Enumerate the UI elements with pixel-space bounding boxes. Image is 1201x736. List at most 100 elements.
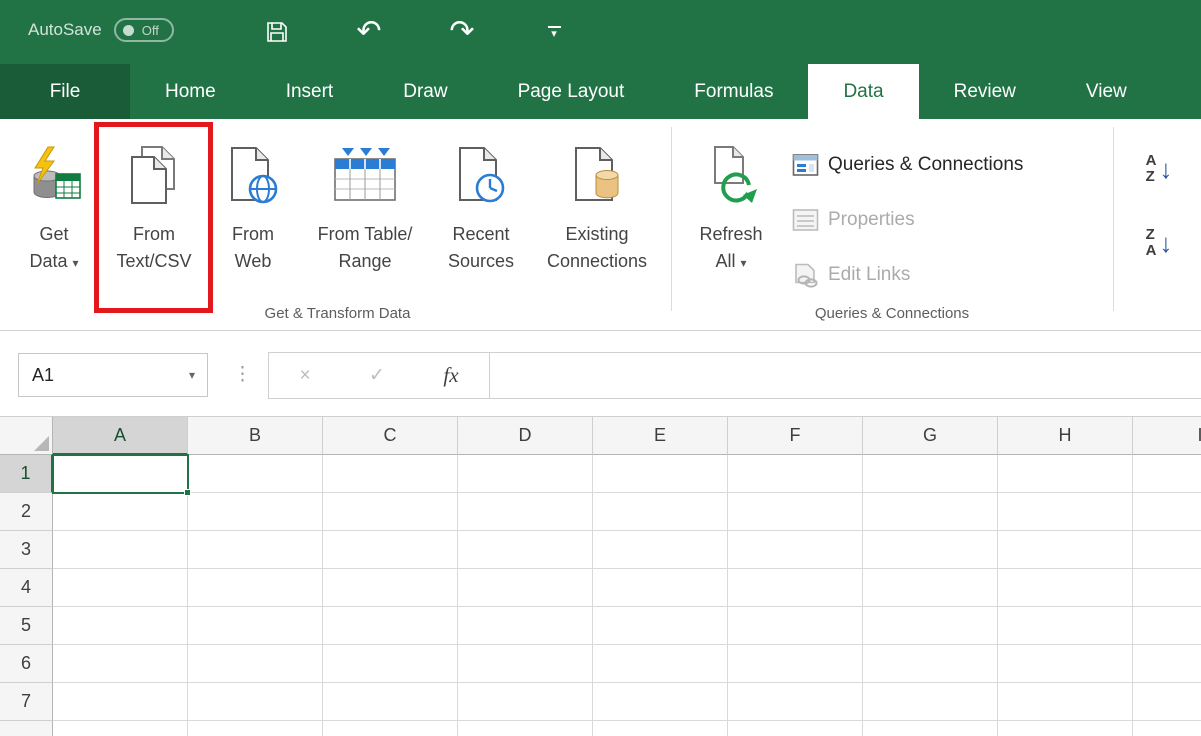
existing-connections-button[interactable]: Existing Connections bbox=[527, 129, 667, 301]
spreadsheet-grid: A B C D E F G H I 1 2 3 4 5 6 7 bbox=[0, 417, 1201, 736]
queries-connections-icon bbox=[792, 153, 819, 178]
customize-quick-access-button[interactable]: ▾ bbox=[534, 20, 574, 44]
queries-connections-button[interactable]: Queries & Connections bbox=[792, 149, 1023, 181]
from-table-range-label-1: From Table/ bbox=[318, 221, 413, 248]
name-box-value: A1 bbox=[32, 365, 189, 386]
column-header-row: A B C D E F G H I bbox=[0, 417, 1201, 455]
undo-button[interactable]: ↶ bbox=[349, 14, 389, 50]
existing-connections-icon bbox=[570, 129, 624, 221]
chevron-down-icon: ▾ bbox=[551, 30, 557, 39]
column-header-e[interactable]: E bbox=[593, 417, 728, 455]
recent-sources-icon bbox=[454, 129, 508, 221]
autosave-control: AutoSave Off bbox=[28, 18, 174, 42]
redo-button[interactable]: ↷ bbox=[442, 14, 482, 50]
from-web-button[interactable]: From Web bbox=[215, 129, 291, 301]
ribbon-tab-bar: File Home Insert Draw Page Layout Formul… bbox=[0, 64, 1201, 119]
from-web-icon bbox=[226, 129, 280, 221]
row-header-4[interactable]: 4 bbox=[0, 569, 53, 607]
tab-review[interactable]: Review bbox=[919, 64, 1051, 119]
formula-input-group: × ✓ fx bbox=[268, 352, 1201, 399]
edit-links-label: Edit Links bbox=[828, 264, 910, 286]
sort-descending-button[interactable]: Z A ↓ bbox=[1132, 215, 1186, 271]
autosave-state: Off bbox=[142, 23, 159, 38]
name-box-dropdown-icon[interactable]: ▾ bbox=[189, 368, 195, 382]
ribbon: Get Data▾ From Text/CSV bbox=[0, 119, 1201, 331]
tab-data[interactable]: Data bbox=[808, 64, 918, 119]
row-header-1[interactable]: 1 bbox=[0, 455, 53, 493]
from-text-csv-icon bbox=[128, 129, 180, 221]
sheet-cells[interactable] bbox=[53, 455, 1201, 736]
sort-asc-bottom-letter: Z bbox=[1146, 169, 1157, 185]
from-text-csv-button[interactable]: From Text/CSV bbox=[99, 129, 209, 301]
formula-bar: A1 ▾ ⋮ × ✓ fx bbox=[0, 332, 1201, 417]
from-text-csv-label-1: From bbox=[133, 221, 175, 248]
dropdown-caret-icon: ▾ bbox=[73, 256, 79, 270]
properties-icon bbox=[792, 208, 819, 233]
sort-asc-top-letter: A bbox=[1146, 153, 1157, 169]
from-table-range-icon bbox=[330, 129, 400, 221]
toggle-knob-icon bbox=[123, 25, 134, 36]
column-header-f[interactable]: F bbox=[728, 417, 863, 455]
row-header-6[interactable]: 6 bbox=[0, 645, 53, 683]
recent-sources-label-1: Recent bbox=[452, 221, 509, 248]
tab-view[interactable]: View bbox=[1051, 64, 1162, 119]
edit-links-icon bbox=[792, 263, 819, 288]
sort-az-letters: A Z bbox=[1146, 153, 1157, 185]
sort-desc-top-letter: Z bbox=[1146, 227, 1157, 243]
group-label-get-transform-data: Get & Transform Data bbox=[10, 305, 665, 329]
sort-ascending-button[interactable]: A Z ↓ bbox=[1132, 141, 1186, 197]
tab-file[interactable]: File bbox=[0, 64, 130, 119]
group-label-queries-connections: Queries & Connections bbox=[676, 305, 1108, 329]
row-header-5[interactable]: 5 bbox=[0, 607, 53, 645]
fill-handle[interactable] bbox=[184, 489, 191, 496]
edit-links-button[interactable]: Edit Links bbox=[792, 259, 910, 291]
refresh-all-label-2-text: All bbox=[715, 251, 735, 271]
refresh-all-label-2: All▾ bbox=[715, 248, 746, 277]
sort-arrow-down-icon: ↓ bbox=[1159, 230, 1172, 256]
insert-function-button[interactable]: fx bbox=[413, 353, 489, 398]
recent-sources-button[interactable]: Recent Sources bbox=[437, 129, 525, 301]
column-header-d[interactable]: D bbox=[458, 417, 593, 455]
name-box[interactable]: A1 ▾ bbox=[18, 353, 208, 397]
refresh-all-icon bbox=[703, 129, 759, 221]
column-header-h[interactable]: H bbox=[998, 417, 1133, 455]
from-table-range-label-2: Range bbox=[338, 248, 391, 275]
row-header-7[interactable]: 7 bbox=[0, 683, 53, 721]
existing-connections-label-2: Connections bbox=[547, 248, 647, 275]
row-header-2[interactable]: 2 bbox=[0, 493, 53, 531]
tab-home[interactable]: Home bbox=[130, 64, 251, 119]
row-header-partial[interactable] bbox=[0, 721, 53, 736]
from-table-range-button[interactable]: From Table/ Range bbox=[294, 129, 436, 301]
autosave-toggle[interactable]: Off bbox=[114, 18, 174, 42]
sort-za-letters: Z A bbox=[1146, 227, 1157, 259]
title-bar: AutoSave Off ↶ ↷ ▾ bbox=[0, 0, 1201, 64]
column-header-g[interactable]: G bbox=[863, 417, 998, 455]
from-web-label-2: Web bbox=[235, 248, 272, 275]
tab-formulas[interactable]: Formulas bbox=[659, 64, 808, 119]
formula-input[interactable] bbox=[490, 353, 1201, 398]
get-data-icon bbox=[26, 129, 82, 221]
existing-connections-label-1: Existing bbox=[565, 221, 628, 248]
save-button[interactable] bbox=[257, 14, 297, 50]
get-data-button[interactable]: Get Data▾ bbox=[12, 129, 96, 301]
tab-insert[interactable]: Insert bbox=[251, 64, 369, 119]
row-header-3[interactable]: 3 bbox=[0, 531, 53, 569]
tab-page-layout[interactable]: Page Layout bbox=[483, 64, 660, 119]
cancel-button[interactable]: × bbox=[269, 353, 341, 398]
recent-sources-label-2: Sources bbox=[448, 248, 514, 275]
select-all-button[interactable] bbox=[0, 417, 53, 455]
select-all-triangle-icon bbox=[34, 436, 49, 451]
tab-draw[interactable]: Draw bbox=[368, 64, 482, 119]
properties-label: Properties bbox=[828, 209, 915, 231]
formula-bar-resize-handle[interactable]: ⋮ bbox=[233, 363, 253, 386]
excel-window: AutoSave Off ↶ ↷ ▾ File Home Insert bbox=[0, 0, 1201, 736]
get-data-label-2-text: Data bbox=[29, 251, 67, 271]
column-header-a[interactable]: A bbox=[53, 417, 188, 455]
group-divider bbox=[671, 127, 672, 311]
column-header-c[interactable]: C bbox=[323, 417, 458, 455]
enter-button[interactable]: ✓ bbox=[341, 353, 413, 398]
properties-button[interactable]: Properties bbox=[792, 204, 915, 236]
refresh-all-button[interactable]: Refresh All▾ bbox=[680, 129, 782, 301]
column-header-i[interactable]: I bbox=[1133, 417, 1201, 455]
column-header-b[interactable]: B bbox=[188, 417, 323, 455]
